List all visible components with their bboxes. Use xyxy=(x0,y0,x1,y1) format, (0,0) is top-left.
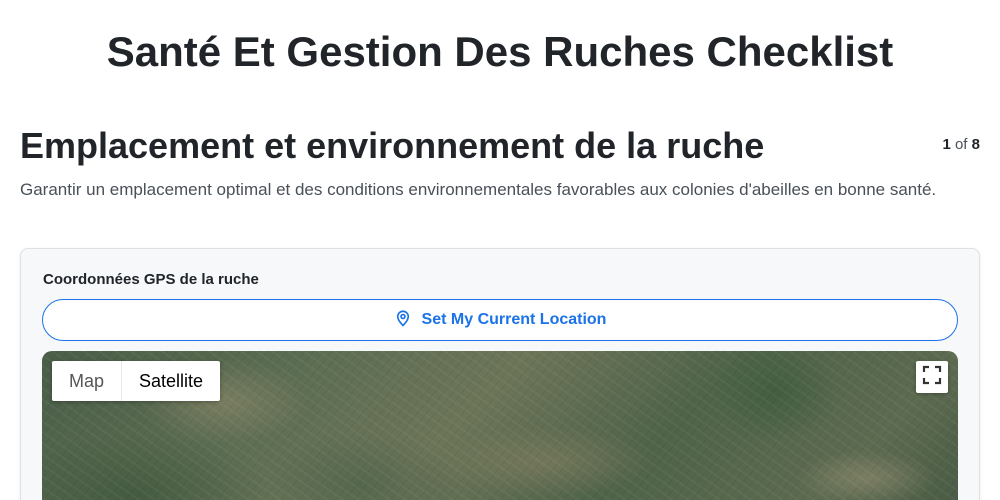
step-of: of xyxy=(954,136,968,153)
satellite-map[interactable]: Map Satellite xyxy=(42,351,958,500)
map-type-satellite-button[interactable]: Satellite xyxy=(122,361,220,401)
step-current: 1 xyxy=(942,136,951,153)
step-total: 8 xyxy=(971,136,980,153)
map-type-map-button[interactable]: Map xyxy=(52,361,123,401)
set-current-location-label: Set My Current Location xyxy=(421,311,607,328)
set-current-location-button[interactable]: Set My Current Location xyxy=(42,299,958,341)
gps-field-label: Coordonnées GPS de la ruche xyxy=(43,271,259,288)
fullscreen-icon xyxy=(922,365,942,390)
map-type-control: Map Satellite xyxy=(52,361,221,401)
step-counter: 1 of 8 xyxy=(942,136,980,153)
gps-field-card: Coordonnées GPS de la ruche Set My Curre… xyxy=(20,248,980,500)
section-title: Emplacement et environnement de la ruche xyxy=(20,125,765,166)
map-pin-icon xyxy=(394,309,412,332)
fullscreen-button[interactable] xyxy=(916,361,948,393)
section-header: Emplacement et environnement de la ruche… xyxy=(20,124,980,168)
page-title: Santé Et Gestion Des Ruches Checklist xyxy=(106,28,894,75)
section-description: Garantir un emplacement optimal et des c… xyxy=(20,180,937,199)
